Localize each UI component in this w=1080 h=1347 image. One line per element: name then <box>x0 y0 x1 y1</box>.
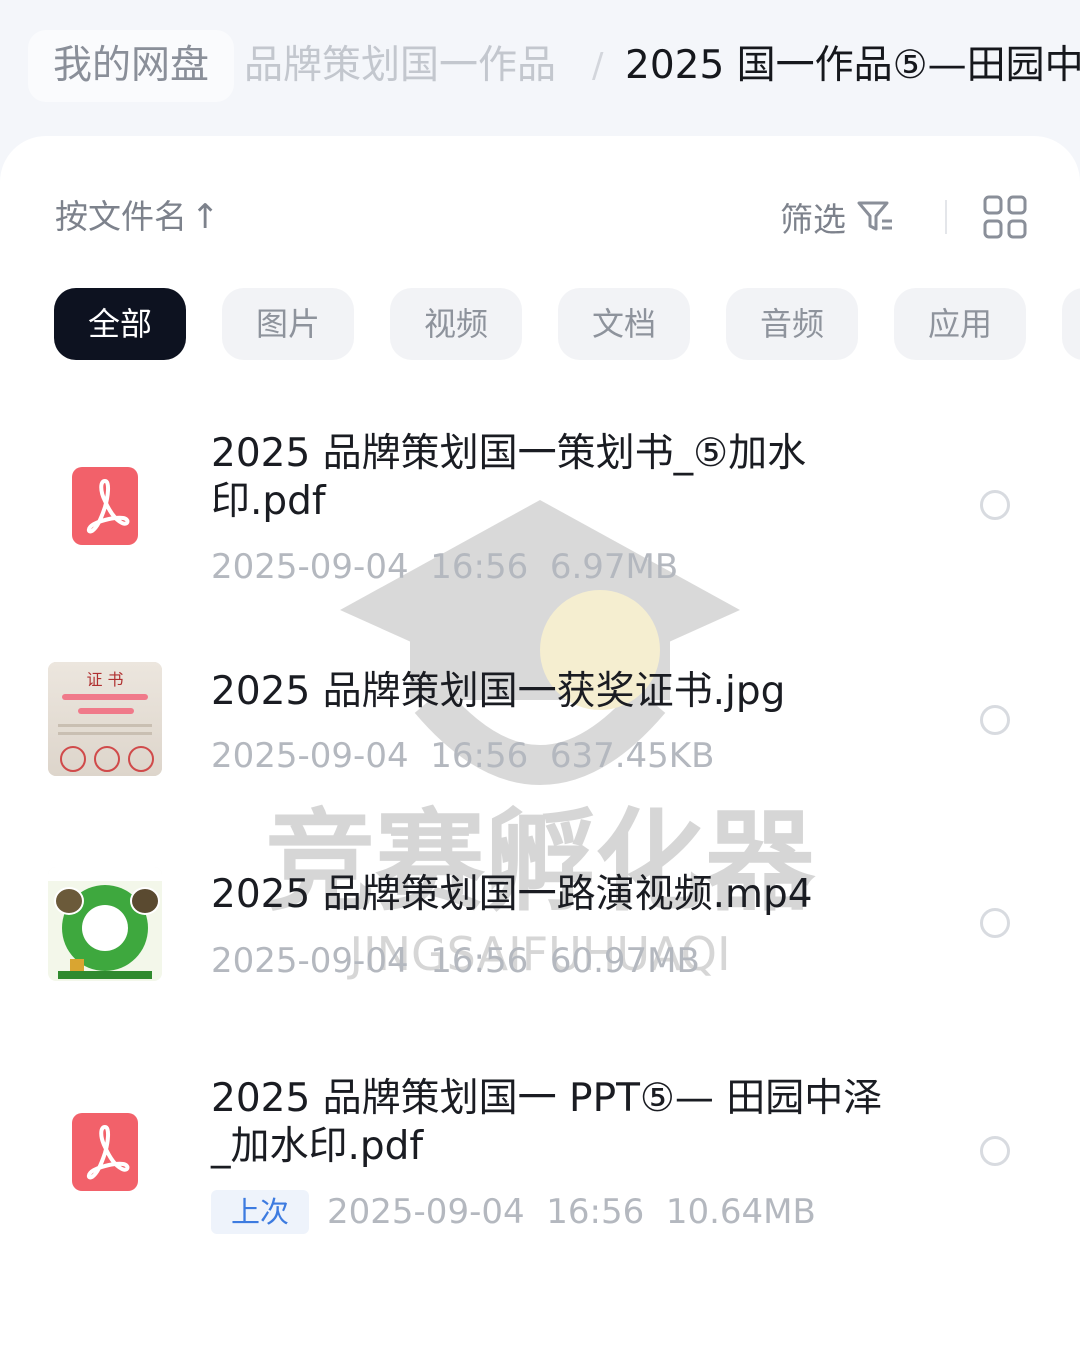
file-item[interactable]: 2025 品牌策划国一 PPT⑤— 田园中泽_加水印.pdf 上次 2025-09… <box>0 1070 1080 1250</box>
file-date: 2025-09-04 <box>211 736 409 776</box>
file-date: 2025-09-04 <box>327 1192 525 1232</box>
breadcrumb-parent[interactable]: 品牌策划国一作品 <box>244 30 556 102</box>
file-meta: 2025-09-04 16:56 60.97MB <box>211 937 700 985</box>
file-date: 2025-09-04 <box>211 941 409 981</box>
file-meta: 2025-09-04 16:56 637.45KB <box>211 732 714 780</box>
file-meta: 上次 2025-09-04 16:56 10.64MB <box>211 1188 816 1236</box>
tab-documents[interactable]: 文档 <box>558 288 690 360</box>
tab-all[interactable]: 全部 <box>54 288 186 360</box>
file-item[interactable]: 2025 品牌策划国一策划书_⑤加水印.pdf 2025-09-04 16:56… <box>0 420 1080 600</box>
thumbnail-title: 证 书 <box>86 670 124 689</box>
sort-label: 按文件名 <box>55 197 187 236</box>
select-radio[interactable] <box>980 705 1010 735</box>
file-time: 16:56 <box>546 1192 645 1232</box>
file-item[interactable]: 2025 品牌策划国一路演视频.mp4 2025-09-04 16:56 60.… <box>0 855 1080 995</box>
tab-images[interactable]: 图片 <box>222 288 354 360</box>
file-time: 16:56 <box>430 736 529 776</box>
pdf-icon <box>72 467 138 545</box>
category-tabs: 全部 图片 视频 文档 音频 应用 <box>54 288 1080 360</box>
pdf-icon <box>72 1113 138 1191</box>
sort-button[interactable]: 按文件名 ↑ <box>55 190 220 244</box>
video-thumbnail <box>48 867 162 981</box>
file-size: 6.97MB <box>549 547 679 587</box>
tab-more[interactable] <box>1062 288 1080 360</box>
toolbar-divider <box>945 200 947 234</box>
select-radio[interactable] <box>980 1136 1010 1166</box>
file-size: 637.45KB <box>549 736 715 776</box>
tab-apps[interactable]: 应用 <box>894 288 1026 360</box>
filter-label: 筛选 <box>780 200 846 239</box>
file-name: 2025 品牌策划国一策划书_⑤加水印.pdf <box>211 431 807 524</box>
tab-audio[interactable]: 音频 <box>726 288 858 360</box>
file-name: 2025 品牌策划国一 PPT⑤— 田园中泽_加水印.pdf <box>211 1076 883 1169</box>
breadcrumb-root[interactable]: 我的网盘 <box>28 30 235 102</box>
file-size: 10.64MB <box>665 1192 816 1232</box>
filter-icon <box>857 201 892 231</box>
file-item[interactable]: 证 书 2025 品牌策划国一获奖证书.jpg 2025-09-04 16:56… <box>0 650 1080 790</box>
filter-button[interactable]: 筛选 <box>780 190 894 244</box>
grid-view-icon[interactable] <box>983 195 1027 239</box>
sort-arrow-icon: ↑ <box>191 197 220 237</box>
file-meta: 2025-09-04 16:56 6.97MB <box>211 543 678 591</box>
image-thumbnail: 证 书 <box>48 662 162 776</box>
last-opened-badge: 上次 <box>211 1190 310 1234</box>
file-date: 2025-09-04 <box>211 547 409 587</box>
select-radio[interactable] <box>980 908 1010 938</box>
breadcrumb-current: 2025 国一作品⑤—田园中 <box>625 43 1080 88</box>
tab-videos[interactable]: 视频 <box>390 288 522 360</box>
breadcrumb-separator: / <box>592 46 604 86</box>
file-time: 16:56 <box>430 941 529 981</box>
breadcrumb: 我的网盘 品牌策划国一作品 / 2025 国一作品⑤—田园中 <box>0 0 1080 135</box>
file-name: 2025 品牌策划国一路演视频.mp4 <box>211 872 813 917</box>
select-radio[interactable] <box>980 490 1010 520</box>
file-time: 16:56 <box>430 547 529 587</box>
file-size: 60.97MB <box>549 941 700 981</box>
file-name: 2025 品牌策划国一获奖证书.jpg <box>211 669 786 714</box>
